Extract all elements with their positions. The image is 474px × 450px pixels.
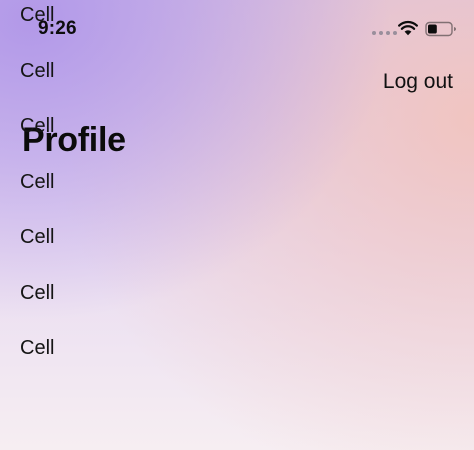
list-item[interactable]: Cell (20, 226, 54, 249)
battery-icon (425, 21, 456, 37)
status-bar: 9:26 (0, 0, 474, 56)
logout-button[interactable]: Log out (383, 70, 453, 94)
wifi-icon (398, 20, 418, 36)
list-item[interactable]: Cell (20, 337, 54, 360)
list-item[interactable]: Cell (20, 115, 54, 138)
list-item[interactable]: Cell (20, 60, 54, 83)
signal-dots-icon (372, 31, 397, 35)
list-item[interactable]: Cell (20, 282, 54, 305)
list-item[interactable]: Cell (20, 171, 54, 194)
list-item[interactable]: Cell (20, 4, 54, 27)
